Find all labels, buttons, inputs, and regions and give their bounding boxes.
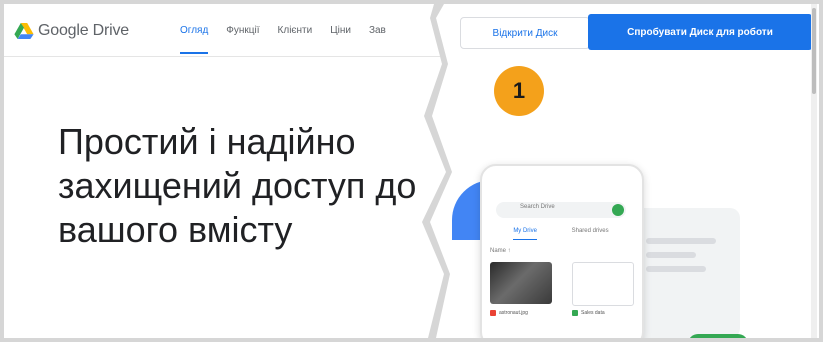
step-callout-badge: 1 xyxy=(494,66,544,116)
placeholder-line xyxy=(646,238,716,244)
phone-search-bar: Search Drive xyxy=(496,202,626,218)
logo-text: Google Drive xyxy=(38,22,129,39)
main-nav: Огляд Функції Клієнти Ціни Зав xyxy=(180,25,386,54)
phone-mockup-illustration: Search Drive My Drive Shared drives Name… xyxy=(480,164,644,338)
avatar xyxy=(612,204,624,216)
scrollbar[interactable] xyxy=(811,4,817,338)
placeholder-line xyxy=(646,266,706,272)
nav-item-pricing[interactable]: Ціни xyxy=(330,25,351,36)
file-thumbnail-photo xyxy=(490,262,552,304)
scrollbar-thumb[interactable] xyxy=(812,8,816,94)
phone-tab-my-drive: My Drive xyxy=(513,228,537,240)
nav-item-features[interactable]: Функції xyxy=(226,25,259,36)
left-panel: Google Drive Огляд Функції Клієнти Ціни … xyxy=(4,4,446,338)
placeholder-line xyxy=(646,252,696,258)
hero-headline: Простий і надійно захищений доступ до ва… xyxy=(58,121,417,250)
phone-section-label: Name ↑ xyxy=(490,248,511,254)
file-name: Sales data xyxy=(581,310,605,316)
right-panel: Відкрити Диск Спробувати Диск для роботи… xyxy=(430,4,819,338)
top-navigation-bar: Google Drive Огляд Функції Клієнти Ціни … xyxy=(4,4,446,57)
screenshot-frame: Google Drive Огляд Функції Клієнти Ціни … xyxy=(0,0,823,342)
nav-item-overview[interactable]: Огляд xyxy=(180,25,209,54)
sheet-file-icon xyxy=(572,310,578,316)
file-label-row: astronaut.jpg xyxy=(490,310,528,316)
file-thumbnail-doc xyxy=(572,262,634,306)
google-drive-logo[interactable]: Google Drive xyxy=(14,22,129,40)
phone-tabs: My Drive Shared drives xyxy=(496,228,626,240)
phone-search-placeholder: Search Drive xyxy=(520,204,555,210)
google-drive-logo-icon xyxy=(14,23,34,39)
open-drive-button[interactable]: Відкрити Диск xyxy=(460,17,590,49)
try-drive-for-work-button[interactable]: Спробувати Диск для роботи xyxy=(588,14,812,50)
nav-item-clients[interactable]: Клієнти xyxy=(278,25,313,36)
file-label-row: Sales data xyxy=(572,310,605,316)
phone-tab-shared-drives: Shared drives xyxy=(571,228,609,234)
nav-item-truncated[interactable]: Зав xyxy=(369,25,386,36)
file-name: astronaut.jpg xyxy=(499,310,528,316)
image-file-icon xyxy=(490,310,496,316)
decorative-green-shape xyxy=(688,334,748,338)
